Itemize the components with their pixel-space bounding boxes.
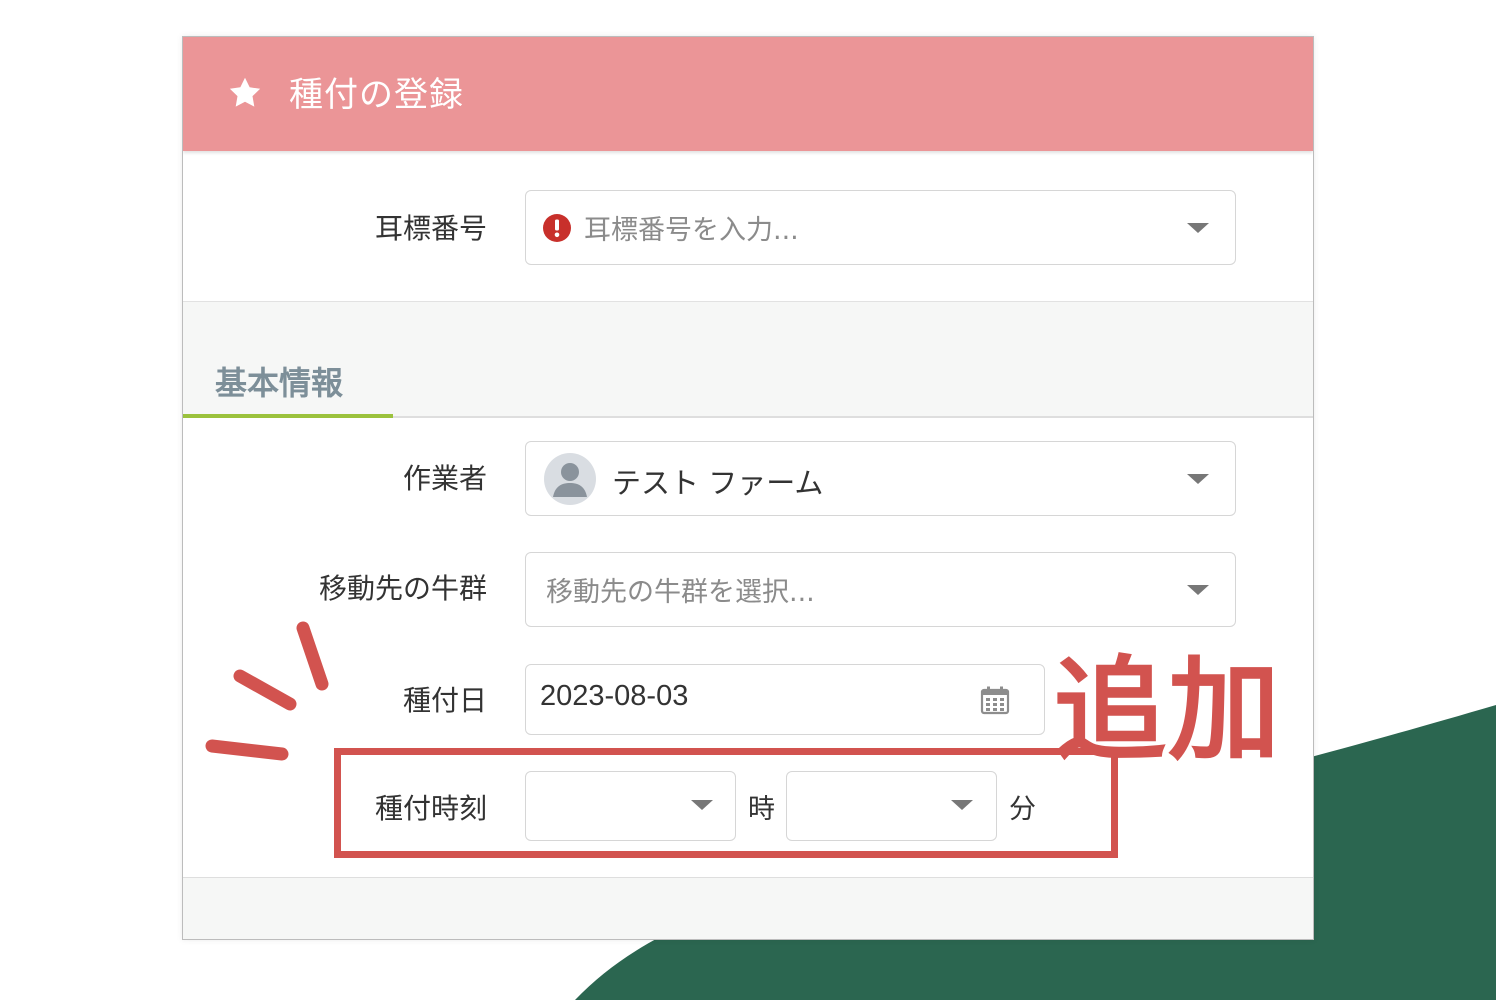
- ear-tag-label: 耳標番号: [374, 212, 487, 245]
- insemination-date-value: 2023-08-03: [540, 680, 689, 712]
- insemination-date-input[interactable]: 2023-08-03: [525, 664, 1045, 735]
- panel-header: 種付の登録: [183, 37, 1313, 151]
- ear-tag-select[interactable]: 耳標番号を入力...: [525, 190, 1236, 265]
- emphasis-strokes: [205, 621, 329, 761]
- basic-info-section-tab: 基本情報: [183, 301, 1313, 418]
- exclamation-circle-icon: [543, 214, 571, 242]
- destination-group-select[interactable]: 移動先の牛群を選択...: [525, 552, 1236, 627]
- destination-group-placeholder: 移動先の牛群を選択...: [546, 577, 815, 608]
- chevron-down-icon: [1187, 585, 1209, 595]
- section-active-underline: [183, 414, 393, 418]
- chevron-down-icon: [1187, 223, 1209, 233]
- next-section-band: [183, 877, 1313, 939]
- worker-value: テスト ファーム: [612, 466, 824, 500]
- worker-label: 作業者: [402, 462, 487, 495]
- added-annotation-label: 追加: [1054, 646, 1282, 776]
- ear-tag-placeholder: 耳標番号を入力...: [584, 215, 799, 246]
- worker-select[interactable]: テスト ファーム: [525, 441, 1236, 516]
- chevron-down-icon: [1187, 474, 1209, 484]
- section-title: 基本情報: [215, 364, 344, 402]
- user-avatar-icon: [544, 453, 596, 505]
- calendar-icon[interactable]: [980, 685, 1010, 715]
- highlight-box: [334, 748, 1118, 858]
- page-title: 種付の登録: [289, 75, 464, 115]
- destination-group-label: 移動先の牛群: [318, 572, 487, 605]
- star-icon: [229, 77, 261, 107]
